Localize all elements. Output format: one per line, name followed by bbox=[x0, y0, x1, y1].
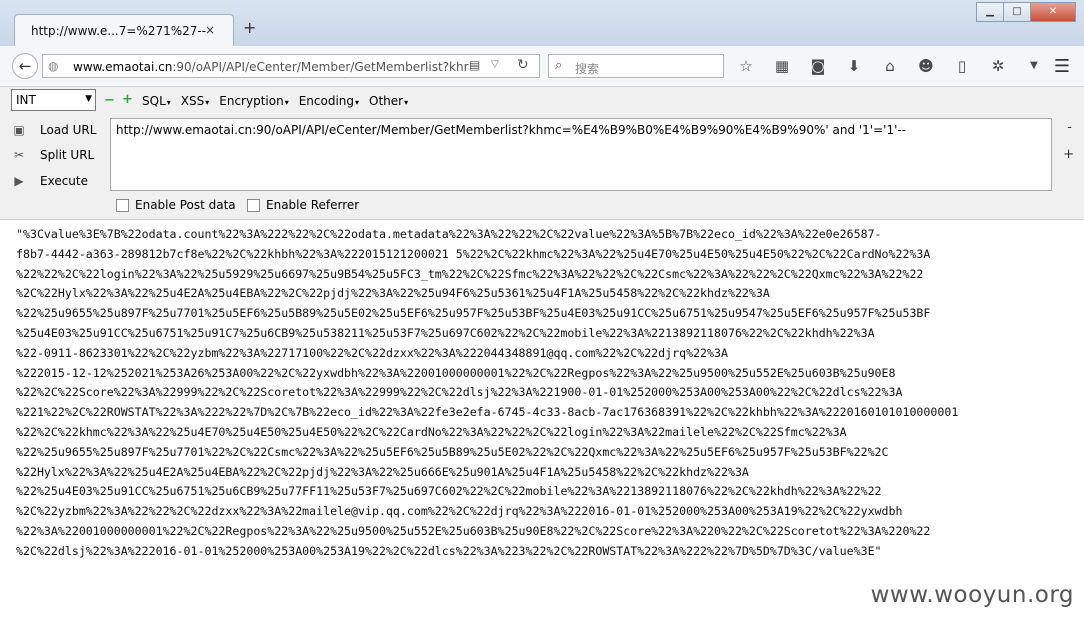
menu-encryption[interactable]: Encryption bbox=[219, 94, 288, 108]
browser-tab[interactable]: http://www.e...7=%271%27-- × bbox=[14, 14, 234, 46]
close-tab-icon[interactable]: × bbox=[205, 23, 215, 37]
toolbar-icons: ☆ ▦ ◙ ⬇ ⌂ ☻ ▯ ✲ ▼ bbox=[734, 56, 1058, 76]
response-line: %22-0911-8623301%22%2C%22yzbm%22%3A%2271… bbox=[16, 345, 728, 360]
split-url-button[interactable]: ✂ Split URL bbox=[10, 146, 94, 164]
search-placeholder: 搜索 bbox=[575, 62, 600, 76]
response-line: %22%3A%22001000000001%22%2C%22Regpos%22%… bbox=[16, 523, 931, 538]
response-line: %25u4E03%25u91CC%25u6751%25u91C7%25u6CB9… bbox=[16, 325, 875, 340]
play-icon: ▶ bbox=[14, 174, 24, 188]
hamburger-menu-icon[interactable]: ☰ bbox=[1054, 56, 1070, 77]
response-line: %2C%22dlsj%22%3A%222016-01-01%252000%253… bbox=[16, 543, 882, 558]
response-line: %22%2C%22khmc%22%3A%22%25u4E70%25u4E50%2… bbox=[16, 424, 847, 439]
notepad-icon[interactable]: ▯ bbox=[950, 56, 974, 76]
type-select[interactable]: INT ▼ bbox=[11, 89, 96, 111]
decrease-icon[interactable]: − bbox=[104, 93, 115, 108]
response-line: %22%2C%22Score%22%3A%22999%22%2C%22Score… bbox=[16, 385, 903, 400]
emoji-icon[interactable]: ☻ bbox=[914, 56, 938, 76]
reader-view-icon[interactable]: ▤ bbox=[469, 58, 480, 72]
checkbox-box[interactable] bbox=[247, 198, 260, 212]
chevron-down-icon[interactable]: ▽ bbox=[491, 59, 499, 70]
watermark: www.wooyun.org bbox=[870, 582, 1074, 608]
response-line: %22%25u9655%25u897F%25u7701%25u5EF6%25u5… bbox=[16, 306, 931, 321]
response-line: %221%22%2C%22ROWSTAT%22%3A%222%22%7D%2C%… bbox=[16, 405, 959, 420]
execute-button[interactable]: ▶ Execute bbox=[10, 172, 88, 190]
menu-xss[interactable]: XSS bbox=[181, 94, 209, 108]
minimize-button[interactable]: ▁ bbox=[976, 2, 1004, 22]
search-bar[interactable]: ⌕ 搜索 bbox=[548, 54, 724, 78]
navigation-bar: ← ◍ www.emaotai.cn:90/oAPI/API/eCenter/M… bbox=[0, 46, 1084, 87]
menu-encoding[interactable]: Encoding bbox=[299, 94, 359, 108]
hackbar-toolbar: INT ▼ − + SQL XSS Encryption Encoding Ot… bbox=[0, 87, 1084, 115]
response-line: %222015-12-12%252021%253A26%253A00%22%2C… bbox=[16, 365, 896, 380]
response-line: %22%22%2C%22login%22%3A%22%25u5929%25u66… bbox=[16, 266, 924, 281]
hackbar-menus: SQL XSS Encryption Encoding Other bbox=[142, 94, 418, 108]
close-window-button[interactable]: ✕ bbox=[1030, 2, 1076, 22]
menu-other[interactable]: Other bbox=[369, 94, 408, 108]
checkbox-box[interactable] bbox=[116, 198, 129, 212]
window-controls: ▁ □ ✕ bbox=[976, 2, 1076, 22]
download-icon[interactable]: ⬇ bbox=[842, 56, 866, 76]
response-line: %22Hylx%22%3A%22%25u4E2A%25u4EBA%22%2C%2… bbox=[16, 464, 749, 479]
url-textarea[interactable]: http://www.emaotai.cn:90/oAPI/API/eCente… bbox=[110, 118, 1052, 191]
tab-title: http://www.e...7=%271%27-- bbox=[31, 24, 207, 38]
url-text[interactable]: www.emaotai.cn:90/oAPI/API/eCenter/Membe… bbox=[73, 60, 469, 74]
reading-list-icon[interactable]: ▦ bbox=[770, 56, 794, 76]
chevron-down-icon: ▼ bbox=[85, 94, 92, 104]
expand-button[interactable]: + bbox=[1063, 147, 1074, 162]
type-select-value: INT bbox=[16, 93, 36, 107]
execute-label: Execute bbox=[40, 174, 88, 188]
url-path: :90/oAPI/API/eCenter/Member/GetMemberlis… bbox=[172, 60, 469, 74]
enable-post-checkbox[interactable]: Enable Post data bbox=[116, 198, 236, 212]
reload-button[interactable]: ↻ bbox=[517, 57, 529, 73]
load-url-button[interactable]: ▣ Load URL bbox=[10, 121, 96, 139]
shrink-button[interactable]: - bbox=[1067, 120, 1072, 135]
response-line: "%3Cvalue%3E%7B%22odata.count%22%3A%222%… bbox=[16, 227, 882, 241]
response-line: %2C%22yzbm%22%3A%22%22%2C%22dzxx%22%3A%2… bbox=[16, 504, 903, 519]
globe-icon: ◍ bbox=[48, 59, 59, 73]
enable-referrer-checkbox[interactable]: Enable Referrer bbox=[247, 198, 359, 212]
enable-post-label: Enable Post data bbox=[135, 198, 236, 212]
response-body: "%3Cvalue%3E%7B%22odata.count%22%3A%222%… bbox=[16, 225, 1072, 562]
hackbar-panel: ▣ Load URL ✂ Split URL ▶ Execute http://… bbox=[0, 115, 1084, 220]
url-host: www.emaotai.cn bbox=[73, 60, 173, 74]
title-bar: http://www.e...7=%271%27-- × + ▁ □ ✕ bbox=[0, 0, 1084, 47]
scissors-icon: ✂ bbox=[13, 148, 25, 162]
load-url-label: Load URL bbox=[40, 123, 97, 137]
puzzle-icon[interactable]: ✲ bbox=[986, 56, 1010, 76]
response-line: %2C%22Hylx%22%3A%22%25u4E2A%25u4EBA%22%2… bbox=[16, 286, 770, 301]
search-icon: ⌕ bbox=[555, 58, 563, 73]
home-icon[interactable]: ⌂ bbox=[878, 56, 902, 76]
pocket-icon[interactable]: ◙ bbox=[806, 56, 830, 76]
increase-icon[interactable]: + bbox=[122, 92, 133, 107]
response-line: %22%25u4E03%25u91CC%25u6751%25u6CB9%25u7… bbox=[16, 484, 882, 499]
response-line: f8b7-4442-a363-289812b7cf8e%22%2C%22khbh… bbox=[16, 246, 931, 261]
menu-sql[interactable]: SQL bbox=[142, 94, 171, 108]
url-bar[interactable]: ◍ www.emaotai.cn:90/oAPI/API/eCenter/Mem… bbox=[42, 54, 540, 78]
response-line: %22%25u9655%25u897F%25u7701%22%2C%22Csmc… bbox=[16, 444, 889, 459]
maximize-button[interactable]: □ bbox=[1003, 2, 1031, 22]
enable-referrer-label: Enable Referrer bbox=[266, 198, 360, 212]
new-tab-button[interactable]: + bbox=[243, 20, 256, 36]
load-url-icon: ▣ bbox=[13, 123, 25, 137]
back-button[interactable]: ← bbox=[12, 53, 38, 79]
star-icon[interactable]: ☆ bbox=[734, 56, 758, 76]
chevron-down-icon[interactable]: ▼ bbox=[1022, 56, 1046, 76]
split-url-label: Split URL bbox=[40, 148, 95, 162]
